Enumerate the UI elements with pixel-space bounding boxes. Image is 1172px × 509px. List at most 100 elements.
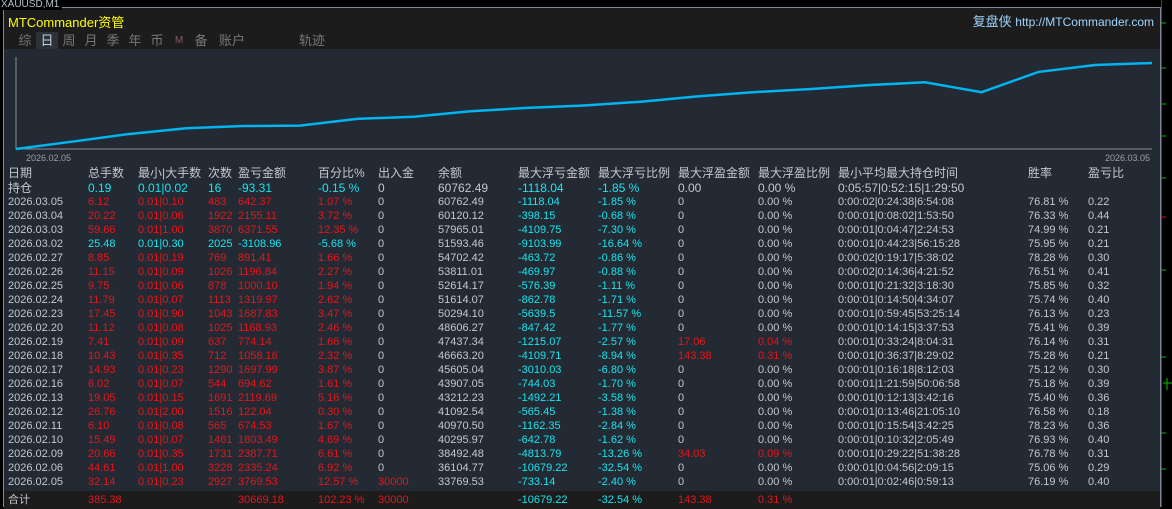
table-row[interactable]: 2026.02.20 11.12 0.01|0.08 1025 1168.93 2.46 …: [4, 321, 1160, 335]
cell-5: 3.47 %: [318, 308, 353, 320]
table-row[interactable]: 2026.02.27 8.85 0.01|0.19 769 891.41 1.66 % 0 5…: [4, 251, 1160, 265]
cell-2: 0.01|0.35: [138, 448, 184, 460]
cell-1: 15.49: [88, 434, 116, 446]
tab-6[interactable]: 币: [146, 32, 168, 49]
tab-2[interactable]: 周: [58, 32, 80, 49]
cell-14: 0.40: [1088, 294, 1110, 306]
tab-4[interactable]: 季: [102, 32, 124, 49]
table-row[interactable]: 2026.02.19 7.41 0.01|0.09 637 774.14 1.66 % 0 4…: [4, 335, 1160, 349]
table-row[interactable]: 2026.02.06 44.61 0.01|1.00 3228 2335.24 6.92 …: [4, 461, 1160, 475]
table-row[interactable]: 2026.02.09 20.66 0.01|0.35 1731 2387.71 6.61 …: [4, 447, 1160, 461]
tab-1[interactable]: 日: [36, 32, 58, 49]
cell-0: 2026.02.13: [8, 392, 64, 404]
cell-7: 60762.49: [438, 181, 489, 195]
cell-12: 0:00:01|0:02:46|0:59:13: [838, 476, 954, 488]
cell-3: 1026: [208, 266, 233, 278]
cell-8: -1492.21: [518, 392, 562, 404]
table-row[interactable]: 2026.02.13 19.05 0.01|0.15 1691 2119.69 5.16 …: [4, 391, 1160, 405]
table-row[interactable]: 2026.02.12 26.76 0.01|2.00 1516 122.04 0.30 %…: [4, 405, 1160, 419]
cell-3: 3228: [208, 462, 233, 474]
tab-8[interactable]: 备: [190, 32, 212, 49]
cell-12: 0:00:01|0:10:32|2:05:49: [838, 434, 954, 446]
cell-6: 0: [378, 280, 385, 292]
cell-4: 2155.11: [238, 210, 277, 222]
cell-9: -1.70 %: [598, 378, 636, 390]
table-row[interactable]: 2026.02.16 6.02 0.01|0.07 544 694.62 1.61 % 0 4…: [4, 377, 1160, 391]
cell-13: 75.95 %: [1028, 238, 1069, 250]
cell-6: 0: [378, 308, 385, 320]
cell-9: -1.71 %: [598, 294, 636, 306]
cell-0: 2026.02.25: [8, 280, 64, 292]
cell-0: 2026.03.03: [8, 224, 64, 236]
cell-2: 0.01|0.15: [138, 392, 184, 404]
cell-3: 1461: [208, 434, 233, 446]
cell-5: 4.69 %: [318, 434, 353, 446]
tab-0[interactable]: 综: [14, 32, 36, 49]
table-row[interactable]: 2026.03.02 25.48 0.01|0.30 2025 -3108.96 -5.6…: [4, 237, 1160, 251]
table-row[interactable]: 2026.03.03 59.66 0.01|1.00 3870 6371.55 12.35…: [4, 223, 1160, 237]
cell-7: 57965.01: [438, 224, 484, 236]
cell-9: -6.80 %: [598, 364, 636, 376]
cell-11: 最大浮盈比例: [758, 166, 831, 180]
cell-12: 0:00:01|0:16:18|8:12:03: [838, 364, 954, 376]
table-row[interactable]: 2026.03.04 20.22 0.01|0.06 1922 2155.11 3.72 …: [4, 209, 1160, 223]
cell-1: 9.75: [88, 280, 110, 292]
table-row[interactable]: 2026.02.17 14.93 0.01|0.23 1290 1697.99 3.87 …: [4, 363, 1160, 377]
cell-5: 12.35 %: [318, 224, 359, 236]
table-row[interactable]: 2026.02.25 9.75 0.01|0.06 878 1000.10 1.94 % 0…: [4, 279, 1160, 293]
cell-8: -9103.99: [518, 238, 562, 250]
cell-9: -1.77 %: [598, 322, 636, 334]
site-url[interactable]: http://MTCommander.com: [1015, 15, 1154, 29]
tab-3[interactable]: 月: [80, 32, 102, 49]
table-row[interactable]: 2026.02.18 10.43 0.01|0.35 712 1058.16 2.32 %…: [4, 349, 1160, 363]
cell-11: 0.31 %: [758, 350, 793, 362]
cell-6: 0: [378, 448, 385, 460]
cell-10: 0: [678, 294, 685, 306]
cell-1: 0.19: [88, 181, 112, 195]
tab-9[interactable]: 账户: [212, 32, 252, 49]
table-row[interactable]: 2026.03.05 6.12 0.01|0.10 483 642.37 1.07 % 0 6…: [4, 195, 1160, 209]
brand-title: MTCommander资管: [8, 15, 125, 30]
cell-0: 2026.02.05: [8, 476, 64, 488]
cell-14: 0.22: [1088, 196, 1110, 208]
cell-9: -0.86 %: [598, 252, 636, 264]
cell-14: 0.39: [1088, 322, 1110, 334]
cell-5: 百分比%: [318, 166, 365, 180]
cell-8: -642.78: [518, 434, 556, 446]
cell-6: 0: [378, 181, 385, 195]
cell-13: 76.14 %: [1028, 336, 1069, 348]
cell-14: 0.40: [1088, 476, 1110, 488]
cell-10: 0.00: [678, 181, 702, 195]
cell-12: 0:00:01|0:21:32|3:18:30: [838, 280, 954, 292]
tab-10[interactable]: 轨迹: [294, 32, 330, 49]
cell-5: -0.15 %: [318, 181, 360, 195]
cell-6: 30000: [378, 494, 409, 506]
table-row[interactable]: 2026.02.23 17.45 0.01|0.90 1043 1687.83 3.47 …: [4, 307, 1160, 321]
cell-14: 0.40: [1088, 434, 1110, 446]
cell-5: 6.61 %: [318, 448, 353, 460]
cell-1: 20.66: [88, 448, 116, 460]
cell-6: 0: [378, 364, 385, 376]
table-row[interactable]: 2026.02.24 11.79 0.01|0.07 1113 1319.97 2.62 …: [4, 293, 1160, 307]
tab-5[interactable]: 年: [124, 32, 146, 49]
cell-3: 637: [208, 336, 227, 348]
cell-2: 0.01|0.07: [138, 378, 184, 390]
cell-6: 0: [378, 322, 385, 334]
cell-12: 0:00:01|0:15:54|3:42:25: [838, 420, 954, 432]
holding-row: 持仓 0.19 0.01|0.02 16 -93.31 -0.15 % 0 60762.49 -…: [4, 181, 1160, 195]
table-row[interactable]: 2026.02.26 11.15 0.01|0.09 1026 1196.84 2.27 …: [4, 265, 1160, 279]
cell-14: 0.44: [1088, 210, 1110, 222]
cell-4: 2335.24: [238, 462, 278, 474]
cell-10: 0: [678, 406, 685, 418]
table-row[interactable]: 2026.02.11 6.10 0.01|0.08 565 674.53 1.67 % 0 4…: [4, 419, 1160, 433]
cell-14: 0.36: [1088, 420, 1110, 432]
cell-3: 1290: [208, 364, 233, 376]
cell-10: 0: [678, 280, 685, 292]
cell-10: 0: [678, 420, 685, 432]
cell-8: -744.03: [518, 378, 556, 390]
cell-12: 0:00:01|0:14:15|3:37:53: [838, 322, 954, 334]
table-row[interactable]: 2026.02.10 15.49 0.01|0.07 1461 1803.49 4.69 …: [4, 433, 1160, 447]
tab-7[interactable]: M: [168, 32, 190, 49]
site-link[interactable]: 复盘侠 http://MTCommander.com: [973, 11, 1154, 30]
table-row[interactable]: 2026.02.05 32.14 0.01|0.23 2927 3769.53 12.57…: [4, 475, 1160, 489]
